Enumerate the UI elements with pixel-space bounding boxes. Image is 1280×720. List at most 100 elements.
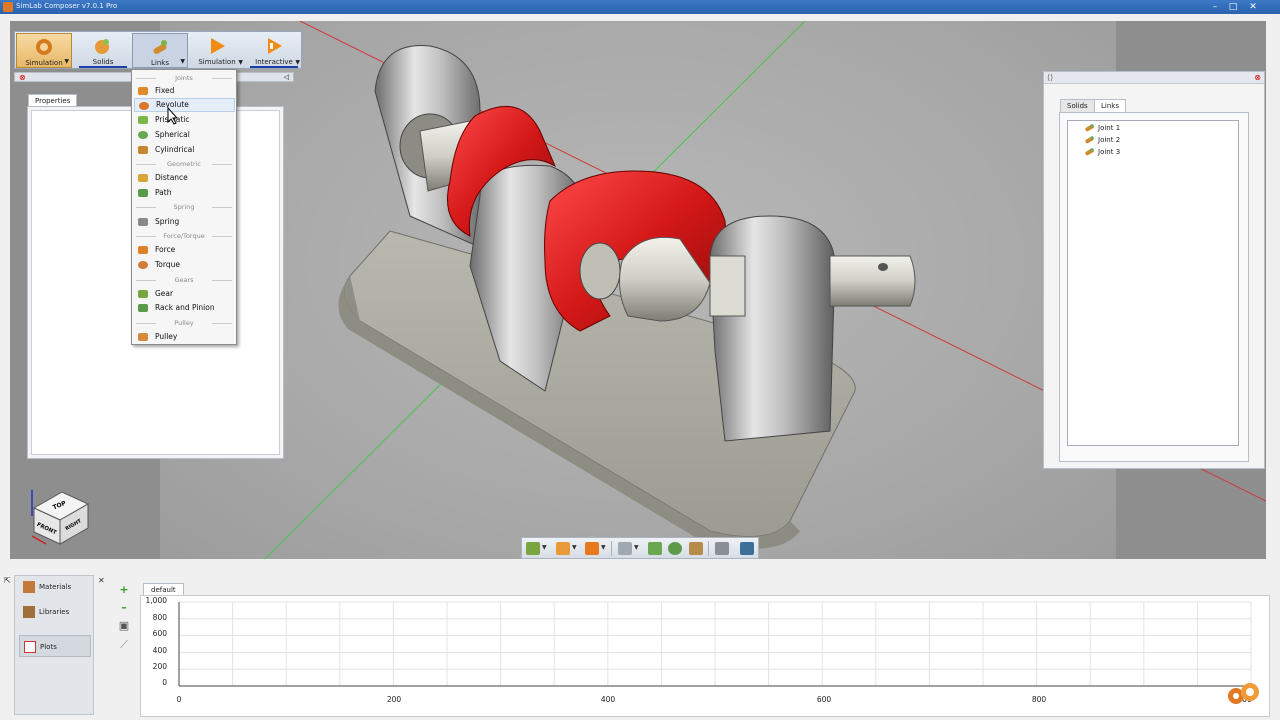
links-button[interactable]: Links ▼	[132, 33, 188, 68]
prismatic-joint-icon	[138, 116, 148, 124]
menu-item-revolute[interactable]: Revolute	[134, 98, 235, 112]
chevron-down-icon[interactable]: ▼	[542, 544, 547, 551]
close-window-button[interactable]: ✕	[1246, 1, 1260, 13]
menu-item-path[interactable]: Path	[134, 186, 235, 200]
links-panel: ⟨⟩ ⊗ Solids Links Joint 1 Joint 2 Joint …	[1043, 71, 1265, 469]
select-arrow-icon[interactable]	[618, 542, 632, 555]
menu-section-header: Gears	[132, 275, 236, 285]
solids-button[interactable]: Solids	[75, 33, 131, 68]
y-tick-label: 600	[152, 629, 167, 638]
gear-icon	[138, 290, 148, 298]
joints-list: Joint 1 Joint 2 Joint 3	[1067, 120, 1239, 446]
list-item[interactable]: Joint 1	[1083, 122, 1120, 134]
materials-icon	[23, 581, 35, 593]
play-icon	[211, 38, 225, 54]
solids-icon	[95, 39, 109, 54]
menu-section-header: Pulley	[132, 318, 236, 328]
plane-icon[interactable]	[556, 542, 570, 555]
menu-section-header: Force/Torque	[132, 231, 236, 241]
close-panel-icon[interactable]: ⊗	[19, 73, 26, 82]
perspective-icon[interactable]	[689, 542, 703, 555]
run-simulation-button[interactable]: Simulation ▼	[189, 33, 245, 68]
pin-icon[interactable]: ◁	[284, 73, 289, 82]
pulley-icon	[138, 333, 148, 341]
chevron-down-icon[interactable]: ▼	[634, 544, 639, 551]
libraries-icon	[23, 606, 35, 618]
chevron-down-icon[interactable]: ▼	[572, 544, 577, 551]
right-bracket	[709, 215, 836, 442]
menu-item-pulley[interactable]: Pulley	[134, 330, 235, 344]
zoom-icon[interactable]	[668, 542, 682, 555]
bottom-side-tabs: Materials Libraries Plots	[14, 575, 94, 715]
minimize-button[interactable]: –	[1208, 1, 1222, 13]
plot-settings-icon[interactable]: ▣	[118, 620, 130, 632]
menu-item-distance[interactable]: Distance	[134, 171, 235, 185]
close-panel-icon[interactable]: ⊗	[1254, 72, 1261, 83]
plot-area[interactable]: 1,000 800 600 400 200 0 0 200 400 600 80…	[140, 595, 1270, 717]
list-item[interactable]: Joint 3	[1083, 146, 1120, 158]
tab-links[interactable]: Links	[1094, 99, 1126, 113]
distance-icon	[138, 174, 148, 182]
y-tick-label: 0	[162, 678, 167, 687]
x-tick-label: 0	[176, 695, 182, 704]
menu-item-spring[interactable]: Spring	[134, 215, 235, 229]
output-shaft	[829, 255, 916, 307]
interactive-button[interactable]: Interactive ▼	[246, 33, 302, 68]
y-tick-label: 800	[152, 613, 167, 622]
remove-plot-button[interactable]: –	[118, 602, 130, 614]
y-tick-label: 1,000	[145, 596, 167, 605]
ribbon-toolbar: Simulation ▼ Solids Links ▼ Simulation ▼…	[14, 31, 302, 69]
plot-chart-icon[interactable]: ⟋	[118, 639, 130, 651]
y-tick-label: 400	[152, 646, 167, 655]
simlab-logo	[1228, 683, 1259, 704]
box-icon[interactable]	[585, 542, 599, 555]
menu-item-cylindrical[interactable]: Cylindrical	[134, 143, 235, 157]
maximize-button[interactable]: □	[1226, 1, 1240, 13]
menu-item-rack-and-pinion[interactable]: Rack and Pinion	[134, 301, 235, 315]
chevron-down-icon: ▼	[238, 59, 243, 66]
x-tick-label: 800	[1031, 695, 1047, 704]
x-tick-label: 400	[600, 695, 616, 704]
chevron-down-icon: ▼	[295, 59, 300, 66]
menu-item-torque[interactable]: Torque	[134, 258, 235, 272]
menu-item-spherical[interactable]: Spherical	[134, 128, 235, 142]
links-dropdown-menu: Joints Fixed Revolute Prismatic Spherica…	[131, 69, 237, 345]
tab-materials[interactable]: Materials	[19, 576, 91, 598]
viewport-toolbar: ▼ ▼ ▼ ▼	[521, 537, 759, 559]
tab-plots[interactable]: Plots	[19, 635, 91, 657]
view-cube[interactable]: TOP FRONT RIGHT	[28, 486, 90, 546]
spherical-joint-icon	[138, 131, 148, 139]
chevron-down-icon: ▼	[64, 58, 69, 65]
fit-view-icon[interactable]	[648, 542, 662, 555]
joint-icon	[1085, 124, 1094, 132]
grid-icon[interactable]	[715, 542, 729, 555]
menu-item-fixed[interactable]: Fixed	[134, 84, 235, 98]
menu-item-force[interactable]: Force	[134, 243, 235, 257]
shading-cube-icon[interactable]	[526, 542, 540, 555]
pin-icon[interactable]: ⇱	[4, 576, 11, 585]
torque-icon	[138, 261, 148, 269]
plots-icon	[24, 641, 36, 653]
cylindrical-joint-icon	[138, 146, 148, 154]
path-icon	[138, 189, 148, 197]
add-plot-button[interactable]: +	[118, 584, 130, 596]
title-bar: SimLab Composer v7.0.1 Pro – □ ✕	[0, 0, 1280, 14]
chevron-down-icon: ▼	[180, 58, 185, 65]
list-item[interactable]: Joint 2	[1083, 134, 1120, 146]
joint-icon	[1085, 148, 1094, 156]
tab-solids[interactable]: Solids	[1060, 99, 1095, 112]
force-icon	[138, 246, 148, 254]
rack-pinion-icon	[138, 304, 148, 312]
x-tick-label: 600	[816, 695, 832, 704]
simulation-mode-button[interactable]: Simulation ▼	[16, 33, 72, 68]
tab-libraries[interactable]: Libraries	[19, 601, 91, 623]
chevron-down-icon[interactable]: ▼	[601, 544, 606, 551]
menu-item-gear[interactable]: Gear	[134, 287, 235, 301]
menu-section-header: Joints	[132, 73, 236, 83]
collapse-arrows-icon[interactable]: ⟨⟩	[1047, 72, 1053, 83]
window-title: SimLab Composer v7.0.1 Pro	[16, 2, 118, 10]
menu-item-prismatic[interactable]: Prismatic	[134, 113, 235, 127]
close-panel-icon[interactable]: ✕	[98, 576, 105, 585]
spring-icon	[138, 218, 148, 226]
camera-icon[interactable]	[740, 542, 754, 555]
